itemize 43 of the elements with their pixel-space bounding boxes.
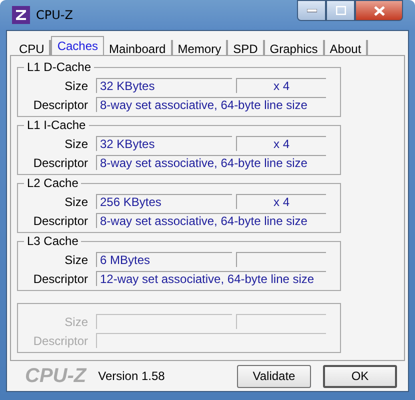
group-title: L1 I-Cache [24,118,89,132]
tab[interactable]: Mainboard [104,40,173,55]
size-field: 256 KBytes [96,194,232,209]
ok-button[interactable]: OK [323,364,397,388]
minimize-icon [306,8,316,12]
field-label: Size [64,78,88,92]
window-title: CPU-Z [36,8,73,22]
app-icon [12,6,30,24]
size-field: 32 KBytes [96,136,232,151]
field-label: Descriptor [32,334,88,348]
field-label: Descriptor [32,214,88,228]
field-label: Size [64,136,88,150]
size-field: 32 KBytes [96,78,232,93]
field-label: Descriptor [32,272,88,286]
field-label: Size [64,252,88,266]
group-title: L2 Cache [24,176,82,190]
tab[interactable]: About [324,40,368,55]
close-icon [374,6,384,16]
maximize-icon [336,6,346,15]
tab[interactable]: Memory [172,40,228,55]
size-field: 6 MBytes [96,252,232,267]
count-field: x 4 [236,194,326,209]
tab[interactable]: Graphics [264,40,325,55]
close-button[interactable] [355,0,403,21]
field-label: Size [64,194,88,208]
field-label: Descriptor [32,98,88,112]
descriptor-field: 12-way set associative, 64-byte line size [96,271,326,286]
descriptor-field: 8-way set associative, 64-byte line size [96,213,326,228]
app-logo: CPU-Z [25,364,86,388]
tab[interactable]: Caches [51,36,104,55]
validate-button[interactable]: Validate [237,364,311,388]
count-field: x 4 [236,136,326,151]
count-field: x 4 [236,78,326,93]
minimize-button[interactable] [297,0,326,21]
field-label: Size [64,314,88,328]
group-title: L1 D-Cache [24,60,94,74]
group-title: L3 Cache [24,234,82,248]
tab[interactable]: SPD [228,40,265,55]
field-label: Descriptor [32,156,88,170]
version-label: Version 1.58 [98,369,166,383]
maximize-button[interactable] [326,0,355,21]
descriptor-field: 8-way set associative, 64-byte line size [96,155,326,170]
descriptor-field: 8-way set associative, 64-byte line size [96,97,326,112]
